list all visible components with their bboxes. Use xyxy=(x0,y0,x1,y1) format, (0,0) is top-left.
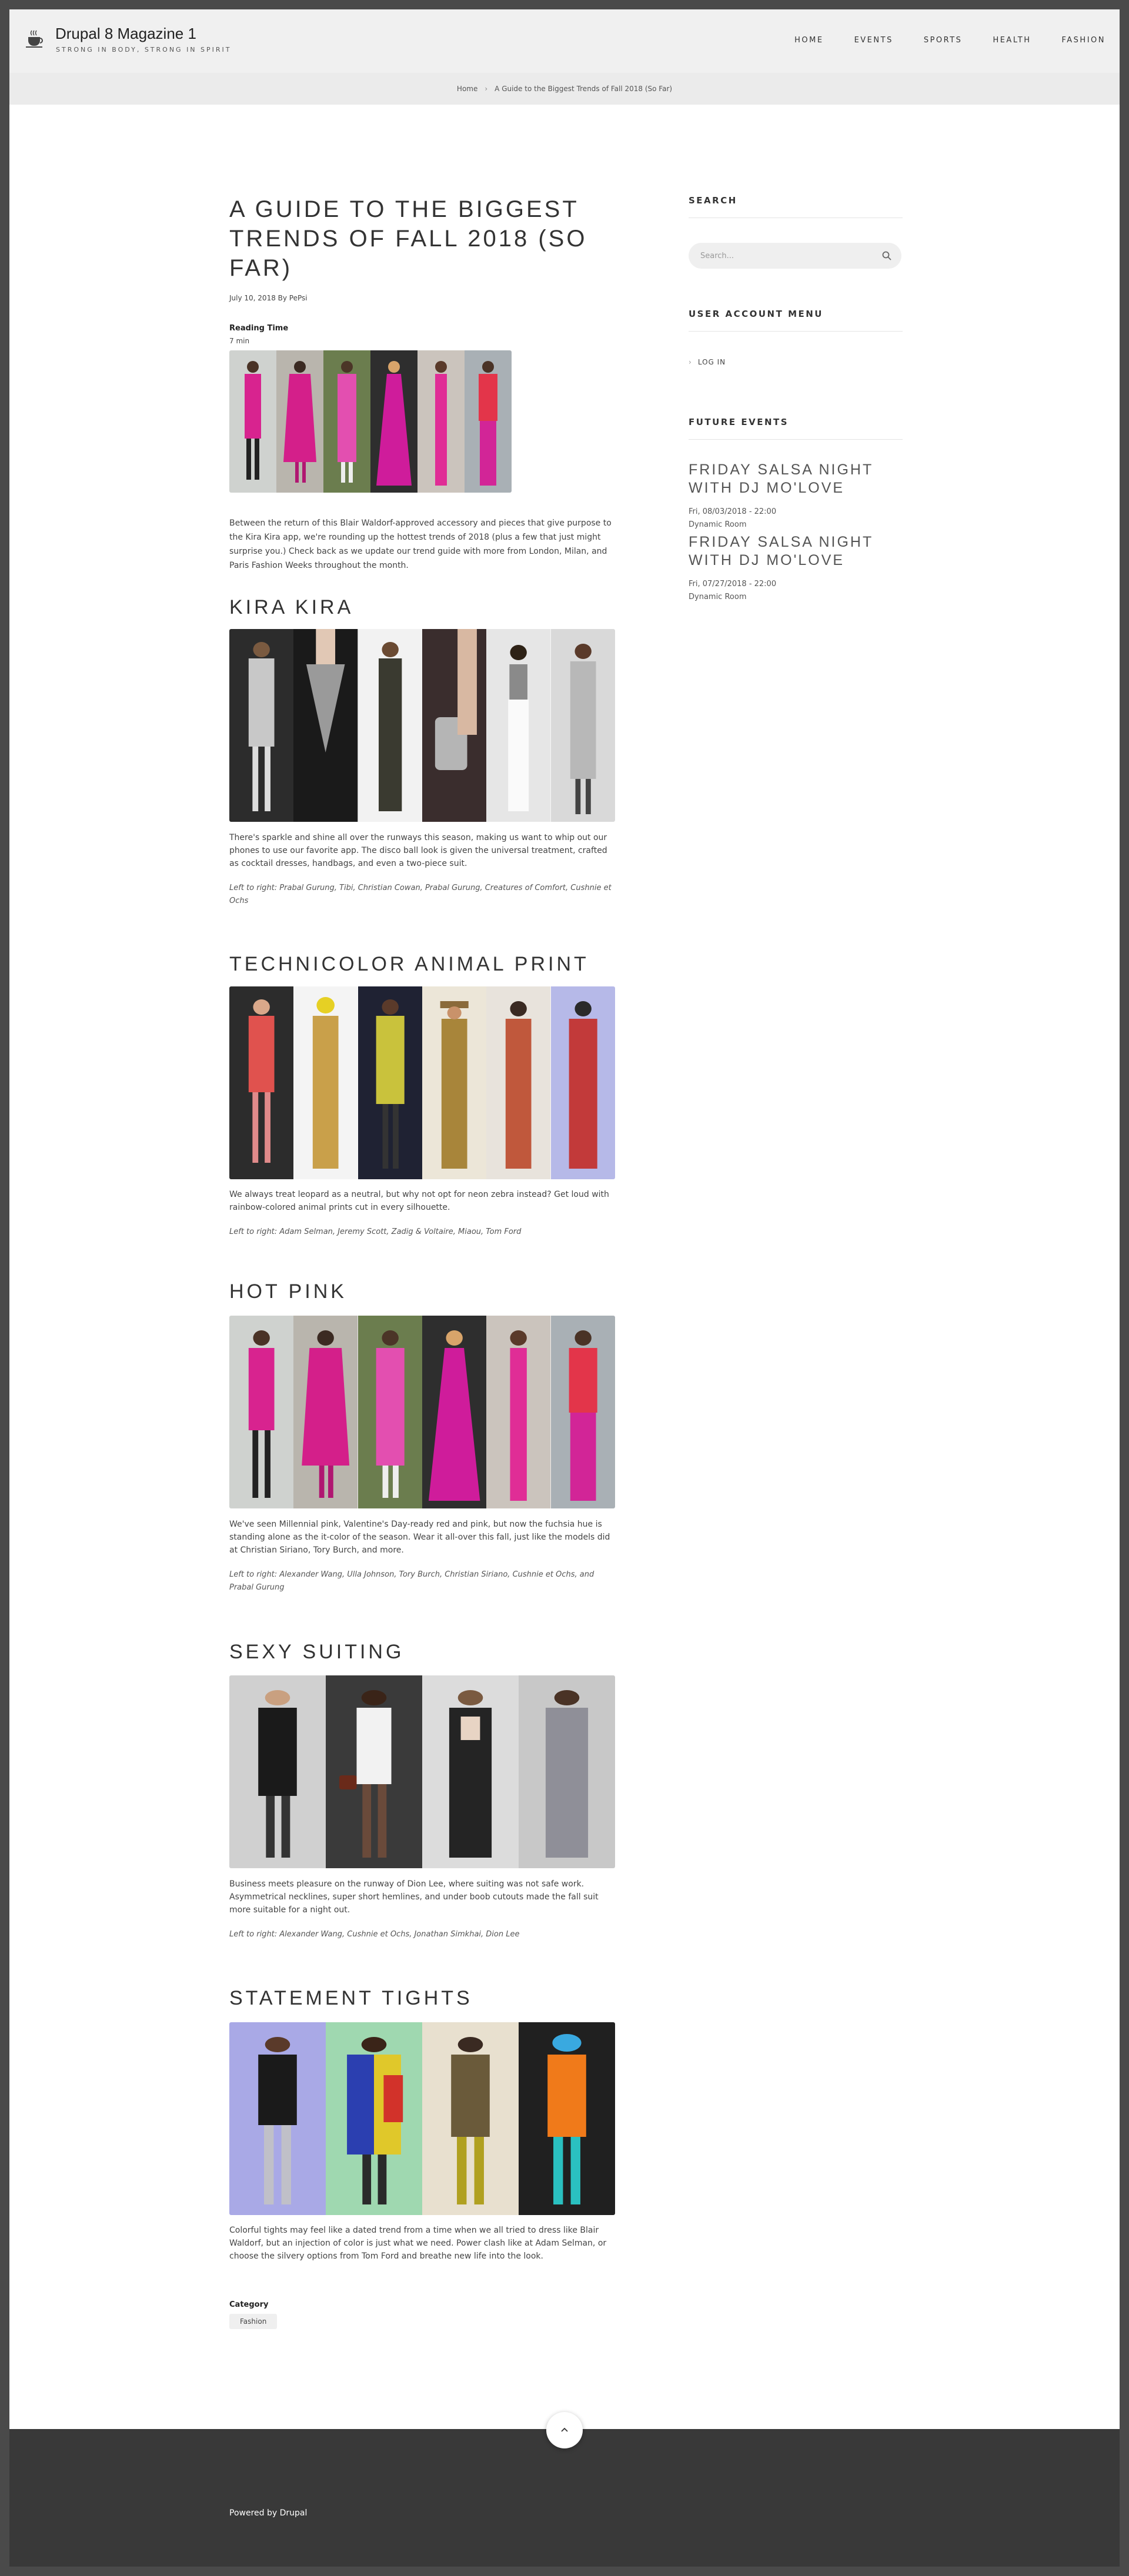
event-title-link[interactable]: FRIDAY SALSA NIGHT WITH DJ MO'LOVE xyxy=(689,461,903,497)
category-tag[interactable]: Fashion xyxy=(229,2314,278,2329)
section-heading: KIRA KIRA xyxy=(229,596,354,618)
nav-item-home[interactable]: HOME xyxy=(794,36,823,45)
article-meta: July 10, 2018 By PePsi xyxy=(229,294,308,302)
event-room: Dynamic Room xyxy=(689,593,747,601)
section-caption: Left to right: Prabal Gurung, Tibi, Chri… xyxy=(229,884,612,905)
runway-photo xyxy=(293,1316,358,1508)
nav-item-fashion[interactable]: FASHION xyxy=(1062,36,1106,45)
runway-photo xyxy=(465,350,512,493)
user-account-menu-heading: USER ACCOUNT MENU xyxy=(689,309,903,332)
search-icon[interactable] xyxy=(881,250,892,261)
category-label: Category xyxy=(229,2300,269,2309)
login-link[interactable]: › LOG IN xyxy=(689,358,726,366)
site-header: Drupal 8 Magazine 1 STRONG IN BODY, STRO… xyxy=(9,9,1120,73)
runway-photo xyxy=(293,629,358,822)
chevron-right-icon: › xyxy=(689,358,692,366)
article-intro: Between the return of this Blair Waldorf… xyxy=(229,518,612,570)
runway-photo xyxy=(422,1316,487,1508)
breadcrumb-current: A Guide to the Biggest Trends of Fall 20… xyxy=(495,85,673,93)
runway-photo xyxy=(229,2022,326,2215)
runway-photo xyxy=(519,1675,615,1868)
runway-photo xyxy=(422,2022,519,2215)
site-name[interactable]: Drupal 8 Magazine 1 xyxy=(55,25,196,43)
page-title: A GUIDE TO THE BIGGEST TRENDS OF FALL 20… xyxy=(229,196,587,281)
runway-photo xyxy=(550,629,615,822)
nav-item-health[interactable]: HEALTH xyxy=(993,36,1031,45)
future-events-heading: FUTURE EVENTS xyxy=(689,417,903,440)
login-label: LOG IN xyxy=(697,358,726,366)
breadcrumb: Home › A Guide to the Biggest Trends of … xyxy=(9,73,1120,105)
section-text: There's sparkle and shine all over the r… xyxy=(229,833,607,868)
section-text: Business meets pleasure on the runway of… xyxy=(229,1879,599,1915)
runway-photo xyxy=(229,1675,326,1868)
runway-photo xyxy=(229,1316,294,1508)
runway-photo xyxy=(486,1316,551,1508)
section-image xyxy=(229,1316,615,1508)
search-input[interactable] xyxy=(689,243,901,269)
back-to-top-button[interactable] xyxy=(546,2412,583,2448)
site-footer: Powered by Drupal xyxy=(9,2429,1120,2567)
runway-photo xyxy=(370,350,417,493)
runway-photo xyxy=(358,1316,422,1508)
main-navigation: HOME EVENTS SPORTS HEALTH FASHION xyxy=(764,36,1105,45)
section-text: We always treat leopard as a neutral, bu… xyxy=(229,1190,609,1212)
runway-photo xyxy=(422,629,487,822)
event-date: Fri, 08/03/2018 - 22:00 xyxy=(689,507,777,516)
event-title-link[interactable]: FRIDAY SALSA NIGHT WITH DJ MO'LOVE xyxy=(689,533,903,570)
runway-photo xyxy=(550,986,615,1179)
section-heading: TECHNICOLOR ANIMAL PRINT xyxy=(229,953,589,975)
event-room: Dynamic Room xyxy=(689,520,747,529)
runway-photo xyxy=(422,986,487,1179)
runway-photo xyxy=(326,1675,422,1868)
runway-photo xyxy=(358,629,422,822)
runway-photo xyxy=(229,986,294,1179)
runway-photo xyxy=(276,350,323,493)
reading-time-label: Reading Time xyxy=(229,324,289,333)
page-frame: Drupal 8 Magazine 1 STRONG IN BODY, STRO… xyxy=(9,9,1120,2567)
runway-photo xyxy=(229,350,276,493)
runway-photo xyxy=(422,1675,519,1868)
section-text: Colorful tights may feel like a dated tr… xyxy=(229,2226,607,2261)
section-heading: STATEMENT TIGHTS xyxy=(229,1987,473,2009)
section-caption: Left to right: Alexander Wang, Cushnie e… xyxy=(229,1930,520,1939)
nav-item-sports[interactable]: SPORTS xyxy=(924,36,963,45)
section-heading: SEXY SUITING xyxy=(229,1641,405,1663)
breadcrumb-separator: › xyxy=(485,85,488,93)
runway-photo xyxy=(486,629,551,822)
powered-by-text: Powered by Drupal xyxy=(229,2508,308,2518)
runway-photo xyxy=(326,2022,422,2215)
section-caption: Left to right: Alexander Wang, Ulla John… xyxy=(229,1570,594,1592)
nav-item-events[interactable]: EVENTS xyxy=(854,36,893,45)
event-date: Fri, 07/27/2018 - 22:00 xyxy=(689,580,777,588)
section-image xyxy=(229,629,615,822)
section-heading: HOT PINK xyxy=(229,1280,347,1303)
runway-photo xyxy=(486,986,551,1179)
runway-photo xyxy=(550,1316,615,1508)
runway-photo xyxy=(519,2022,615,2215)
coffee-cup-icon xyxy=(26,30,43,48)
section-caption: Left to right: Adam Selman, Jeremy Scott… xyxy=(229,1227,522,1236)
runway-photo xyxy=(358,986,422,1179)
runway-photo xyxy=(229,629,294,822)
runway-photo xyxy=(293,986,358,1179)
section-image xyxy=(229,986,615,1179)
chevron-up-icon xyxy=(561,2427,568,2432)
breadcrumb-home-link[interactable]: Home xyxy=(457,85,477,93)
runway-photo xyxy=(417,350,465,493)
section-image xyxy=(229,1675,615,1868)
runway-photo xyxy=(323,350,370,493)
hero-image xyxy=(229,350,512,493)
section-text: We've seen Millennial pink, Valentine's … xyxy=(229,1520,610,1555)
site-slogan: STRONG IN BODY, STRONG IN SPIRIT xyxy=(56,46,232,53)
reading-time-value: 7 min xyxy=(229,337,250,345)
search-heading: SEARCH xyxy=(689,195,903,218)
section-image xyxy=(229,2022,615,2215)
